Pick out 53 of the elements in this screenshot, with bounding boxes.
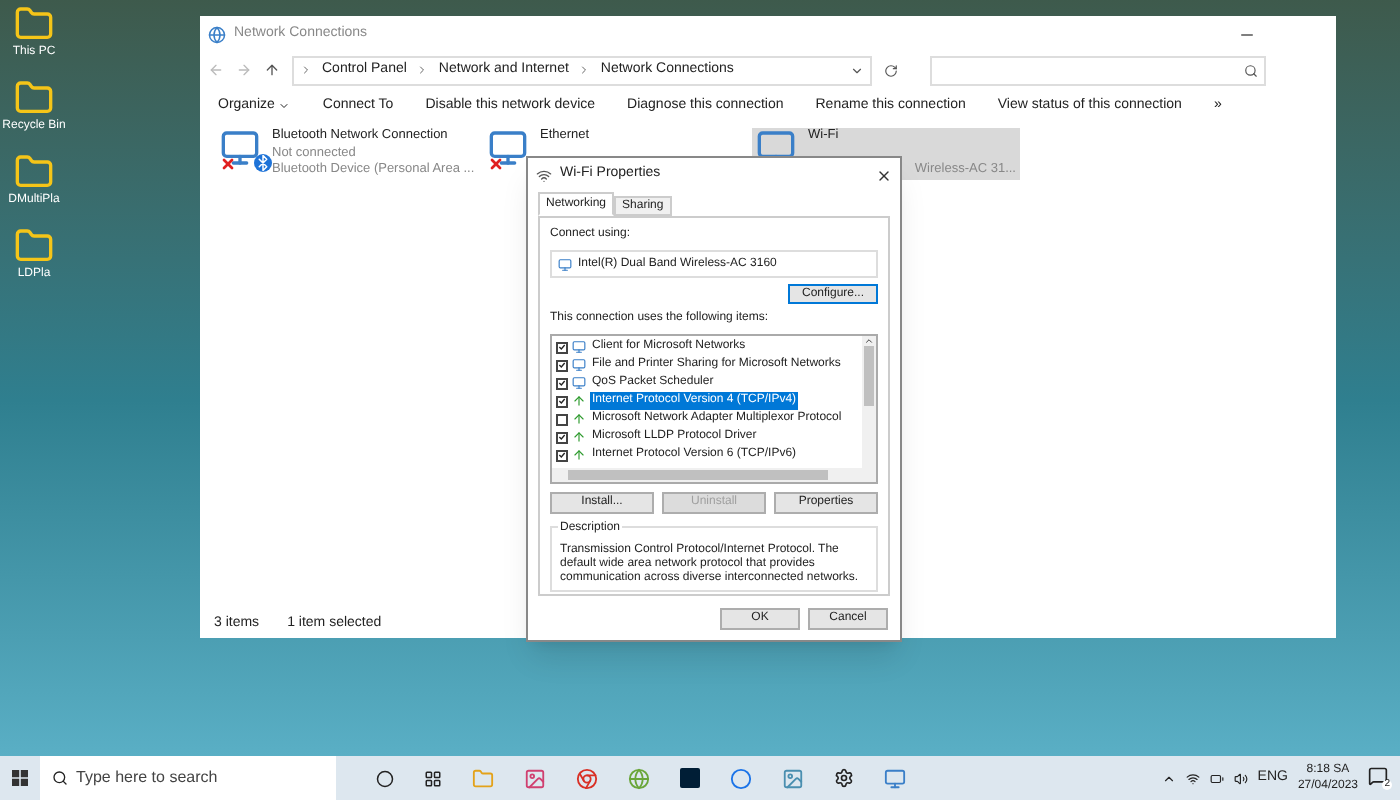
network-adapter-icon (488, 128, 528, 168)
checkbox[interactable] (556, 341, 568, 353)
battery-icon[interactable] (1209, 771, 1224, 785)
breadcrumb-chevron-icon (578, 64, 591, 76)
vertical-scrollbar[interactable] (862, 336, 876, 468)
scroll-up-icon[interactable] (864, 336, 874, 346)
refresh-icon[interactable] (884, 63, 898, 77)
horizontal-scrollbar[interactable] (552, 468, 876, 482)
search-placeholder: Type here to search (76, 766, 218, 790)
settings-icon[interactable] (834, 768, 854, 788)
search-field[interactable] (930, 55, 1266, 85)
checkbox[interactable] (556, 377, 568, 389)
network-connections-icon[interactable] (884, 767, 906, 789)
task-view-icon[interactable] (424, 769, 442, 787)
app-icon[interactable] (730, 767, 752, 789)
protocol-icon (572, 412, 586, 426)
windows-start-icon[interactable] (12, 770, 28, 786)
checkbox[interactable] (556, 359, 568, 371)
breadcrumb-chevron-icon (416, 64, 429, 76)
desktop-app-icon[interactable] (14, 4, 54, 44)
up-icon[interactable] (264, 62, 280, 78)
wifi-icon[interactable] (1185, 771, 1200, 785)
breadcrumb-chevron-icon (300, 64, 312, 76)
wifi-icon (536, 167, 552, 183)
checkbox[interactable] (556, 431, 568, 443)
close-icon[interactable] (876, 167, 892, 183)
dropdown-icon[interactable] (850, 63, 864, 77)
app-icon[interactable] (524, 767, 546, 789)
tray-expand-icon[interactable] (1161, 771, 1176, 785)
bluetooth-icon (254, 154, 272, 172)
adapter-icon (558, 257, 572, 271)
component-icon (572, 358, 586, 372)
search-icon (1244, 63, 1258, 77)
component-icon (572, 376, 586, 390)
component-icon (572, 340, 586, 354)
network-adapter-icon (220, 128, 260, 168)
app-icon[interactable] (782, 767, 804, 789)
desktop-app-icon[interactable] (14, 152, 54, 192)
protocol-icon (572, 448, 586, 462)
browser-icon[interactable] (576, 767, 598, 789)
caret-icon (278, 100, 291, 112)
taskbar-search-field[interactable]: Type here to search (40, 756, 336, 800)
checkbox[interactable] (556, 395, 568, 407)
checkbox[interactable] (556, 449, 568, 461)
protocol-icon (572, 394, 586, 408)
cortana-icon[interactable] (376, 769, 394, 787)
desktop-app-icon[interactable] (14, 78, 54, 118)
checkbox[interactable] (556, 413, 568, 425)
desktop-app-icon[interactable] (14, 226, 54, 266)
protocol-icon (572, 430, 586, 444)
search-icon (52, 770, 68, 786)
volume-icon[interactable] (1233, 771, 1248, 785)
notifications-icon[interactable] (1368, 766, 1388, 786)
